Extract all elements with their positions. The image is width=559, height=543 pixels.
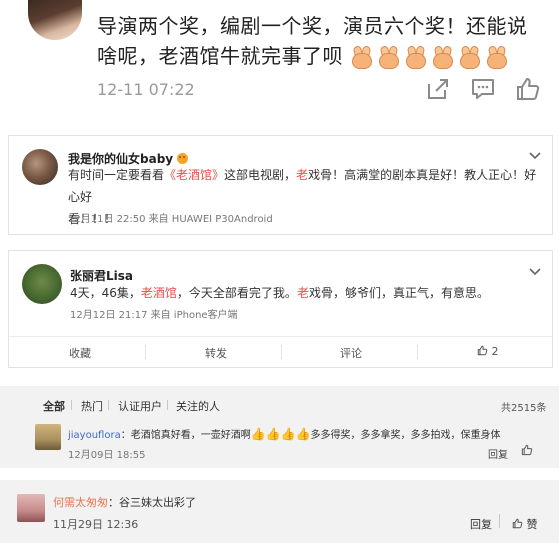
reply-time: 12月09日 18:55: [68, 450, 146, 461]
action-bar: 收藏 转发 评论 2: [9, 336, 552, 366]
hands-icon: [377, 44, 401, 69]
reply-button[interactable]: 回复: [488, 446, 508, 461]
comment-meta: 12月11日 22:50 来自 HUAWEI P30Android: [68, 214, 273, 225]
comment-count: 共2515条: [501, 403, 547, 414]
like-icon: [477, 345, 488, 356]
like-button[interactable]: 2: [477, 345, 499, 358]
hands-icon: [485, 44, 509, 69]
reply-button[interactable]: 回复: [470, 516, 492, 532]
chevron-down-icon[interactable]: [528, 151, 542, 161]
like-icon: [512, 518, 523, 529]
avatar[interactable]: [22, 149, 58, 185]
hands-icon: [404, 44, 428, 69]
thumbs-up-icon: 👍👍👍👍: [250, 427, 311, 441]
repost-button[interactable]: 转发: [205, 345, 227, 361]
post-text: 导演两个奖，编剧一个奖，演员六个奖！还能说啥呢，老酒馆牛就完事了呗: [97, 11, 537, 73]
hands-icon: [350, 44, 374, 69]
reply-username[interactable]: jiayouflora: [68, 430, 121, 441]
like-button[interactable]: 赞: [512, 516, 538, 532]
emoji-face-icon: [177, 153, 189, 164]
comment-meta: 12月12日 21:17 来自 iPhone客户端: [70, 310, 238, 321]
comment-icon[interactable]: [470, 76, 496, 102]
emoji-row: [350, 43, 512, 73]
avatar[interactable]: [22, 264, 62, 304]
hands-icon: [431, 44, 455, 69]
share-icon[interactable]: [425, 76, 451, 102]
poster-avatar[interactable]: [28, 0, 82, 40]
like-icon[interactable]: [515, 76, 541, 102]
tab-all[interactable]: 全部: [43, 398, 65, 414]
comment-text: 4天，46集，老酒馆，今天全部看完了我。老戏骨，够爷们，真正气，有意思。: [70, 286, 489, 300]
comment-username[interactable]: 何需太匆匆: [53, 496, 108, 509]
tab-following[interactable]: 关注的人: [176, 398, 220, 414]
chevron-down-icon[interactable]: [528, 267, 542, 277]
comment-text: 何需太匆匆：谷三妹太出彩了: [53, 496, 196, 509]
collect-button[interactable]: 收藏: [69, 345, 91, 361]
post-time: 12-11 07:22: [97, 80, 195, 99]
comment-row: [0, 480, 559, 543]
keyword-link[interactable]: 老酒馆: [141, 286, 177, 300]
comment-time: 11月29日 12:36: [53, 518, 139, 531]
tab-verified[interactable]: 认证用户: [118, 398, 162, 414]
reply-text: jiayouflora：老酒馆真好看，一壶好酒啊👍👍👍👍多多得奖，多多拿奖，多多…: [68, 427, 501, 441]
hands-icon: [458, 44, 482, 69]
avatar[interactable]: [35, 424, 61, 450]
like-icon[interactable]: [521, 444, 533, 456]
comment-button[interactable]: 评论: [340, 345, 362, 361]
hashtag-link[interactable]: 《老酒馆》: [164, 168, 224, 182]
tab-hot[interactable]: 热门: [81, 398, 103, 414]
avatar[interactable]: [17, 494, 45, 522]
